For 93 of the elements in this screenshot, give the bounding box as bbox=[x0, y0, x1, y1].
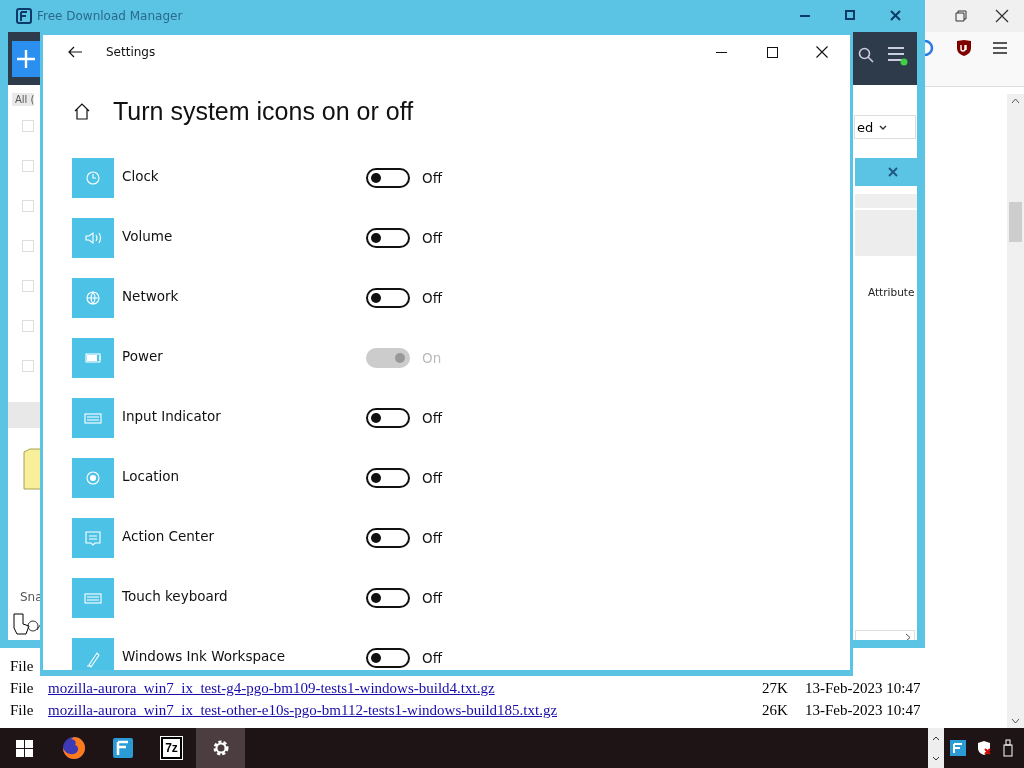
row-checkbox[interactable] bbox=[22, 160, 34, 172]
scroll-thumb[interactable] bbox=[1009, 202, 1022, 242]
horizontal-scrollbar[interactable] bbox=[855, 630, 915, 640]
file-link[interactable]: mozilla-aurora_win7_ix_test-g4-pgo-bm109-tests1-windows-build4.txt.gz bbox=[48, 679, 762, 697]
keyboard-icon bbox=[72, 398, 114, 438]
setting-label: Input Indicator bbox=[122, 408, 222, 424]
setting-label: Volume bbox=[122, 228, 174, 244]
row-checkbox[interactable] bbox=[22, 360, 34, 372]
window-title: Free Download Manager bbox=[37, 9, 183, 23]
close-icon[interactable] bbox=[890, 10, 901, 21]
maximize-icon[interactable] bbox=[845, 10, 855, 20]
dropdown-field[interactable] bbox=[855, 210, 917, 256]
file-type: File bbox=[10, 679, 35, 697]
maximize-icon[interactable] bbox=[767, 46, 778, 58]
file-type: File bbox=[10, 701, 35, 719]
setting-label: Windows Ink Workspace bbox=[122, 648, 286, 664]
app-logo-icon bbox=[16, 8, 32, 24]
close-icon[interactable] bbox=[816, 46, 828, 58]
filter-tab[interactable]: All ( bbox=[12, 93, 35, 106]
row-checkbox[interactable] bbox=[22, 320, 34, 332]
setting-label: Action Center bbox=[122, 528, 215, 544]
row-checkbox[interactable] bbox=[22, 200, 34, 212]
close-icon[interactable] bbox=[995, 9, 1009, 23]
column-header[interactable]: Attribute bbox=[868, 286, 915, 298]
fox-globe-icon bbox=[61, 736, 86, 760]
scrollbar[interactable] bbox=[1007, 94, 1024, 728]
globe-icon bbox=[72, 278, 114, 318]
browser-extension-icon[interactable] bbox=[923, 40, 935, 56]
row-checkbox[interactable] bbox=[22, 240, 34, 252]
battery-icon bbox=[72, 338, 114, 378]
scroll-down-icon[interactable] bbox=[932, 755, 940, 761]
shield-icon[interactable] bbox=[976, 740, 992, 756]
minimize-icon[interactable] bbox=[716, 51, 727, 53]
toggle-switch[interactable] bbox=[366, 528, 410, 548]
usb-drive-icon[interactable] bbox=[1002, 739, 1014, 757]
scroll-down-icon[interactable] bbox=[1011, 718, 1020, 724]
toggle-state: On bbox=[422, 350, 442, 366]
window-title: Settings bbox=[106, 45, 156, 59]
app-logo-icon[interactable] bbox=[950, 740, 966, 756]
chevron-icon bbox=[879, 124, 888, 130]
keyboard-icon bbox=[72, 578, 114, 618]
plus-icon bbox=[17, 50, 35, 68]
file-date: 13-Feb-2023 10:47 bbox=[805, 701, 921, 719]
toggle-state: Off bbox=[422, 530, 442, 546]
search-icon[interactable] bbox=[858, 47, 874, 63]
taskbar-app-icon[interactable] bbox=[196, 728, 245, 768]
file-type: File bbox=[10, 657, 35, 675]
pen-icon bbox=[72, 638, 114, 670]
location-icon bbox=[72, 458, 114, 498]
file-date: 13-Feb-2023 10:47 bbox=[805, 679, 921, 697]
toggle-state: Off bbox=[422, 410, 442, 426]
app-logo-icon bbox=[111, 737, 134, 759]
toggle-state: Off bbox=[422, 170, 442, 186]
file-size: 26K bbox=[762, 701, 789, 719]
toggle-state: Off bbox=[422, 470, 442, 486]
toggle-state: Off bbox=[422, 590, 442, 606]
restore-icon[interactable] bbox=[955, 10, 967, 22]
scroll-up-icon[interactable] bbox=[1011, 98, 1020, 104]
toggle-switch[interactable] bbox=[366, 588, 410, 608]
toggle-switch[interactable] bbox=[366, 168, 410, 188]
file-size: 27K bbox=[762, 679, 789, 697]
taskbar-app-button[interactable]: 7z bbox=[147, 728, 196, 768]
toggle-switch[interactable] bbox=[366, 468, 410, 488]
scroll-right-icon[interactable] bbox=[905, 632, 911, 640]
file-link[interactable]: mozilla-aurora_win7_ix_test-other-e10s-pgo-bm112-tests1-windows-build185.txt.gz bbox=[48, 701, 762, 719]
windows-logo-icon bbox=[16, 739, 33, 757]
toggle-switch[interactable] bbox=[366, 288, 410, 308]
toggle-state: Off bbox=[422, 650, 442, 666]
back-arrow-icon[interactable] bbox=[68, 46, 82, 58]
row-checkbox[interactable] bbox=[22, 280, 34, 292]
dialog-panel bbox=[855, 194, 917, 208]
toggle-state: Off bbox=[422, 230, 442, 246]
toggle-switch[interactable] bbox=[366, 408, 410, 428]
scroll-up-icon[interactable] bbox=[932, 735, 940, 741]
sort-dropdown[interactable]: ed bbox=[854, 115, 916, 139]
toggle-switch[interactable] bbox=[366, 228, 410, 248]
row-checkbox[interactable] bbox=[22, 120, 34, 132]
toggle-switch[interactable] bbox=[366, 648, 410, 668]
menu-icon[interactable] bbox=[888, 46, 908, 66]
setting-label: Network bbox=[122, 288, 180, 304]
setting-label: Location bbox=[122, 468, 181, 484]
speaker-icon bbox=[72, 218, 114, 258]
setting-label: Clock bbox=[122, 168, 160, 184]
message-icon bbox=[72, 518, 114, 558]
shield-icon[interactable] bbox=[956, 39, 972, 57]
setting-label: Power bbox=[122, 348, 164, 364]
clock-icon bbox=[72, 158, 114, 198]
toggle-state: Off bbox=[422, 290, 442, 306]
setting-label: Touch keyboard bbox=[122, 588, 229, 604]
home-icon[interactable] bbox=[73, 102, 91, 120]
add-button[interactable] bbox=[12, 41, 40, 77]
menu-icon[interactable] bbox=[993, 42, 1007, 54]
page-heading: Turn system icons on or off bbox=[113, 96, 414, 126]
